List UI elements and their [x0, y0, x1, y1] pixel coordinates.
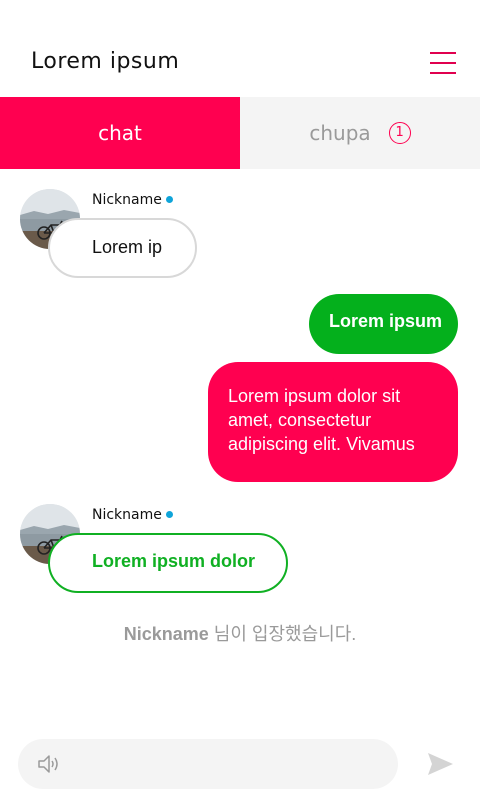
message-bubble-outgoing[interactable]: Lorem ipsum dolor sit amet, consectetur … — [208, 362, 458, 482]
message-composer — [18, 739, 398, 789]
nickname-text: Nickname — [92, 507, 162, 523]
speaker-icon[interactable] — [36, 753, 62, 775]
system-message: Nickname 님이 입장했습니다. — [0, 620, 480, 646]
tab-bar: chat chupa 1 — [0, 97, 480, 169]
app-title: Lorem ipsum — [31, 49, 180, 74]
system-text: 님이 입장했습니다. — [208, 624, 357, 644]
nickname-text: Nickname — [92, 192, 162, 208]
tab-chat[interactable]: chat — [0, 97, 240, 169]
nickname-label: Nickname — [92, 507, 173, 523]
tab-chat-label: chat — [98, 121, 142, 145]
online-status-dot — [165, 510, 173, 518]
send-icon[interactable] — [424, 750, 456, 778]
menu-icon[interactable] — [428, 52, 456, 74]
tab-chupa-badge: 1 — [388, 122, 411, 144]
system-nickname: Nickname — [123, 624, 209, 644]
message-text: Lorem ipsum dolor sit amet, consectetur … — [228, 386, 415, 454]
message-bubble-outgoing[interactable]: Lorem ipsum — [309, 294, 458, 354]
message-text: Lorem ip — [92, 237, 163, 257]
message-text: Lorem ipsum dolor — [92, 551, 256, 571]
tab-chupa-label: chupa — [309, 121, 371, 145]
nickname-label: Nickname — [92, 192, 173, 208]
message-bubble-incoming[interactable]: Lorem ipsum dolor — [48, 533, 288, 593]
message-text: Lorem ipsum — [329, 311, 443, 331]
app-header: Lorem ipsum — [0, 0, 480, 97]
message-input[interactable] — [76, 749, 380, 781]
message-bubble-incoming[interactable]: Lorem ip — [48, 218, 197, 278]
online-status-dot — [165, 195, 173, 203]
tab-chupa[interactable]: chupa 1 — [240, 97, 480, 169]
